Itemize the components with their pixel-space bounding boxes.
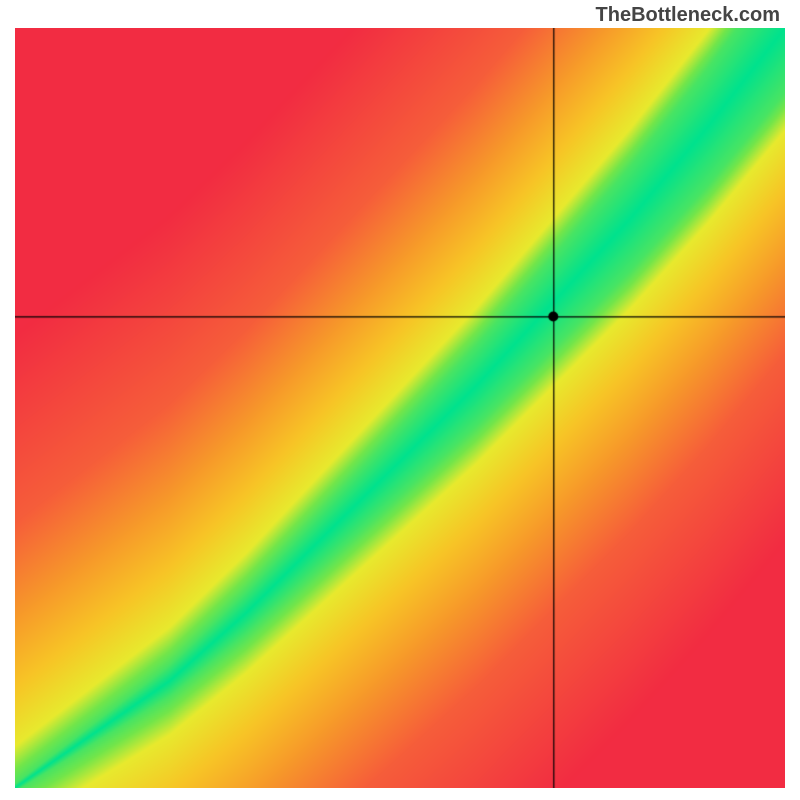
heatmap-canvas (15, 28, 785, 788)
watermark-text: TheBottleneck.com (596, 4, 780, 27)
bottleneck-heatmap (15, 28, 785, 788)
